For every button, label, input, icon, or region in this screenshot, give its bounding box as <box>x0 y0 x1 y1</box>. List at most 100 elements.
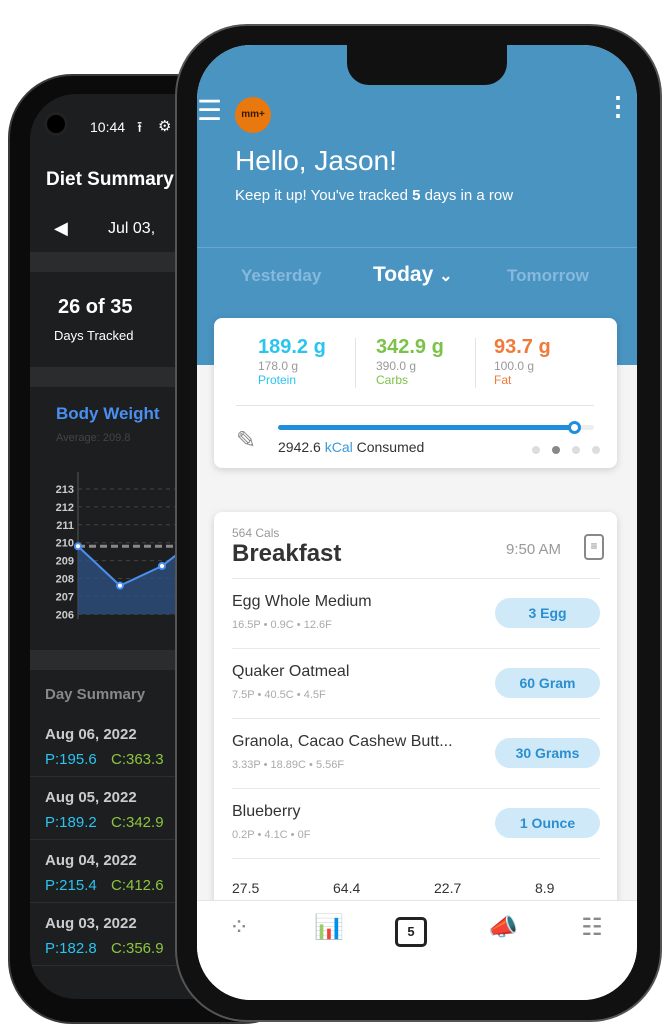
page-dot[interactable] <box>552 446 560 454</box>
y-tick-label: 210 <box>56 538 74 550</box>
macro-target: 100.0 g <box>494 359 535 373</box>
food-item[interactable]: Granola, Cacao Cashew Butt... 3.33P • 18.… <box>232 719 600 789</box>
tab-yesterday[interactable]: Yesterday <box>241 266 321 286</box>
y-tick-label: 206 <box>56 609 74 621</box>
notch <box>347 45 507 85</box>
chevron-down-icon: ⌄ <box>439 268 453 285</box>
prev-range-button[interactable]: ◀ <box>54 218 68 239</box>
day-carbs: C:356.9 <box>111 940 164 957</box>
add-list-icon[interactable]: ☰ <box>197 97 222 125</box>
food-name: Blueberry <box>232 803 301 820</box>
data-point <box>158 561 166 570</box>
macro-value: 342.9 g <box>376 336 444 358</box>
meal-total: 22.7 <box>434 880 462 896</box>
day-date: Aug 03, 2022 <box>45 915 137 932</box>
macro-target: 178.0 g <box>258 359 299 373</box>
divider <box>197 247 637 248</box>
day-summary-title: Day Summary <box>45 686 146 703</box>
macro-target: 390.0 g <box>376 359 417 373</box>
calendar-icon[interactable]: 5 <box>395 917 427 947</box>
food-macros: 16.5P • 0.9C • 12.6F <box>232 619 332 631</box>
average-label: Average: 209.8 <box>56 432 131 444</box>
tab-today[interactable]: Today ⌄ <box>373 263 453 287</box>
tab-tomorrow[interactable]: Tomorrow <box>507 266 589 286</box>
macro-label: Fat <box>494 373 512 387</box>
y-tick-label: 213 <box>56 484 74 496</box>
day-carbs: C:363.3 <box>111 751 164 768</box>
day-protein: P:189.2 <box>45 814 97 831</box>
macro-label: Carbs <box>376 373 409 387</box>
page-title: Diet Summary <box>46 169 174 190</box>
food-macros: 0.2P • 4.1C • 0F <box>232 829 311 841</box>
food-name: Quaker Oatmeal <box>232 663 350 680</box>
macro-label: Protein <box>258 373 297 387</box>
meal-total: 64.4 <box>333 880 361 896</box>
body-weight-title: Body Weight <box>56 404 160 423</box>
food-macros: 7.5P • 40.5C • 4.5F <box>232 689 326 701</box>
y-tick-label: 209 <box>56 556 74 568</box>
coach-whistle-icon[interactable]: 📣 <box>483 913 523 953</box>
macro-value: 189.2 g <box>258 336 326 358</box>
settings-icon: ⚙ <box>158 118 172 135</box>
kcal-consumed: 2942.6 kCal Consumed <box>278 439 424 455</box>
notes-icon[interactable]: ≡ <box>584 534 604 560</box>
portion-button[interactable]: 1 Ounce <box>495 808 600 838</box>
page-dot[interactable] <box>572 446 580 454</box>
day-date: Aug 05, 2022 <box>45 789 137 806</box>
y-tick-label: 211 <box>56 520 74 532</box>
day-protein: P:182.8 <box>45 940 97 957</box>
macro-fat: 93.7 g 100.0 g Fat <box>494 336 604 387</box>
day-date: Aug 04, 2022 <box>45 852 137 869</box>
portion-button[interactable]: 3 Egg <box>495 598 600 628</box>
macro-carbs: 342.9 g 390.0 g Carbs <box>376 336 486 387</box>
progress-chart-icon[interactable]: 📊 <box>309 913 349 953</box>
meal-total: 27.5 <box>232 880 260 896</box>
meal-total: 8.9 <box>535 880 555 896</box>
food-item[interactable]: Blueberry 0.2P • 4.1C • 0F 1 Ounce <box>232 789 600 859</box>
tab-today-label: Today <box>373 263 434 286</box>
food-item[interactable]: Egg Whole Medium 16.5P • 0.9C • 12.6F 3 Eg… <box>232 579 600 649</box>
kcal-label: Consumed <box>356 439 425 455</box>
calendar-day: 5 <box>407 924 415 939</box>
data-point <box>116 581 124 590</box>
edit-icon[interactable]: ✎ <box>236 426 256 455</box>
food-macros: 3.33P • 18.89C • 5.56F <box>232 759 345 771</box>
divider <box>355 338 356 388</box>
day-protein: P:215.4 <box>45 877 97 894</box>
kcal-progress-fill <box>278 421 582 434</box>
meal-time: 9:50 AM <box>506 541 562 558</box>
day-carbs: C:412.6 <box>111 877 164 894</box>
page-dot[interactable] <box>592 446 600 454</box>
date-range: Jul 03, <box>108 220 156 237</box>
days-tracked-label: Days Tracked <box>54 328 134 343</box>
day-protein: P:195.6 <box>45 751 97 768</box>
more-menu-icon[interactable]: ⋮ <box>605 93 631 119</box>
header <box>197 45 637 365</box>
kcal-value: 2942.6 <box>278 439 321 455</box>
y-tick-label: 207 <box>56 591 74 603</box>
days-tracked-value: 26 of 35 <box>58 296 133 318</box>
macro-value: 93.7 g <box>494 336 551 358</box>
streak-pre: Keep it up! You've tracked <box>235 187 413 204</box>
food-name: Granola, Cacao Cashew Butt... <box>232 733 453 750</box>
meal-cals: 564 Cals <box>232 526 280 540</box>
portion-button[interactable]: 60 Gram <box>495 668 600 698</box>
divider <box>236 405 594 406</box>
status-time: 10:44 <box>90 119 126 135</box>
streak-post: days in a row <box>420 187 514 204</box>
food-name: Egg Whole Medium <box>232 593 372 610</box>
streak-text: Keep it up! You've tracked 5 days in a r… <box>235 187 513 204</box>
y-tick-label: 208 <box>56 574 74 586</box>
settings-sliders-icon[interactable]: ☷ <box>572 913 612 953</box>
streak-count: 5 <box>412 187 421 204</box>
community-icon[interactable]: ⁘ <box>219 913 259 953</box>
kcal-unit: kCal <box>324 439 353 455</box>
data-point <box>74 542 82 551</box>
macro-summary-card[interactable]: 189.2 g 178.0 g Protein 342.9 g 390.0 g Carbs… <box>214 318 617 468</box>
food-item[interactable]: Quaker Oatmeal 7.5P • 40.5C • 4.5F 60 Gram <box>232 649 600 719</box>
greeting: Hello, Jason! <box>235 145 397 176</box>
portion-button[interactable]: 30 Grams <box>495 738 600 768</box>
page-dot[interactable] <box>532 446 540 454</box>
bottom-nav: ⁘ 📊 5 📣 ☷ <box>197 900 637 1000</box>
y-tick-label: 212 <box>56 502 74 514</box>
